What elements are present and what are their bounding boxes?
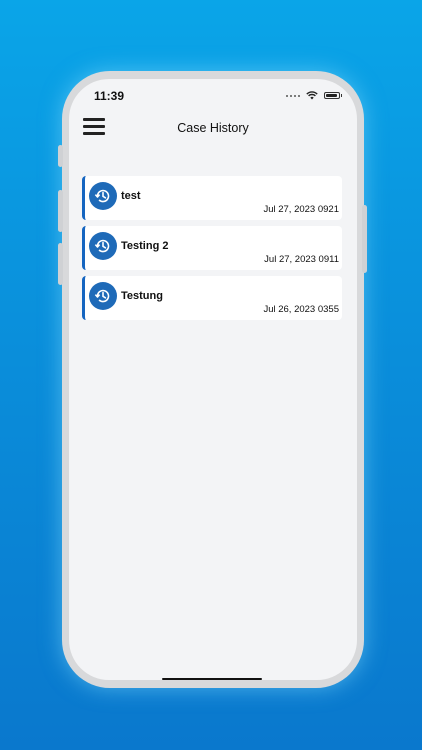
power-button (362, 205, 367, 273)
signal-dots-icon (286, 94, 300, 97)
case-item[interactable]: Testung Jul 26, 2023 0355 (82, 276, 342, 320)
status-icons (286, 91, 342, 100)
case-date: Jul 27, 2023 0921 (263, 204, 339, 215)
case-item[interactable]: Testing 2 Jul 27, 2023 0911 (82, 226, 342, 270)
case-name: Testing 2 (121, 240, 169, 252)
page-title: Case History (177, 121, 249, 135)
history-icon (89, 182, 117, 210)
history-icon (89, 282, 117, 310)
history-icon (89, 232, 117, 260)
wifi-icon (306, 91, 318, 100)
mute-switch (58, 145, 63, 167)
case-date: Jul 26, 2023 0355 (263, 304, 339, 315)
volume-up-button (58, 190, 63, 232)
battery-icon (324, 92, 342, 99)
case-name: Testung (121, 290, 163, 302)
volume-down-button (58, 243, 63, 285)
case-item[interactable]: test Jul 27, 2023 0921 (82, 176, 342, 220)
home-indicator[interactable] (162, 678, 262, 680)
case-name: test (121, 190, 141, 202)
case-history-list: test Jul 27, 2023 0921 Testing 2 Jul 27,… (82, 176, 342, 326)
app-screen: 11:39 Case History test Jul 27, 2023 092… (69, 79, 357, 680)
case-date: Jul 27, 2023 0911 (264, 254, 339, 265)
status-time: 11:39 (94, 89, 125, 103)
